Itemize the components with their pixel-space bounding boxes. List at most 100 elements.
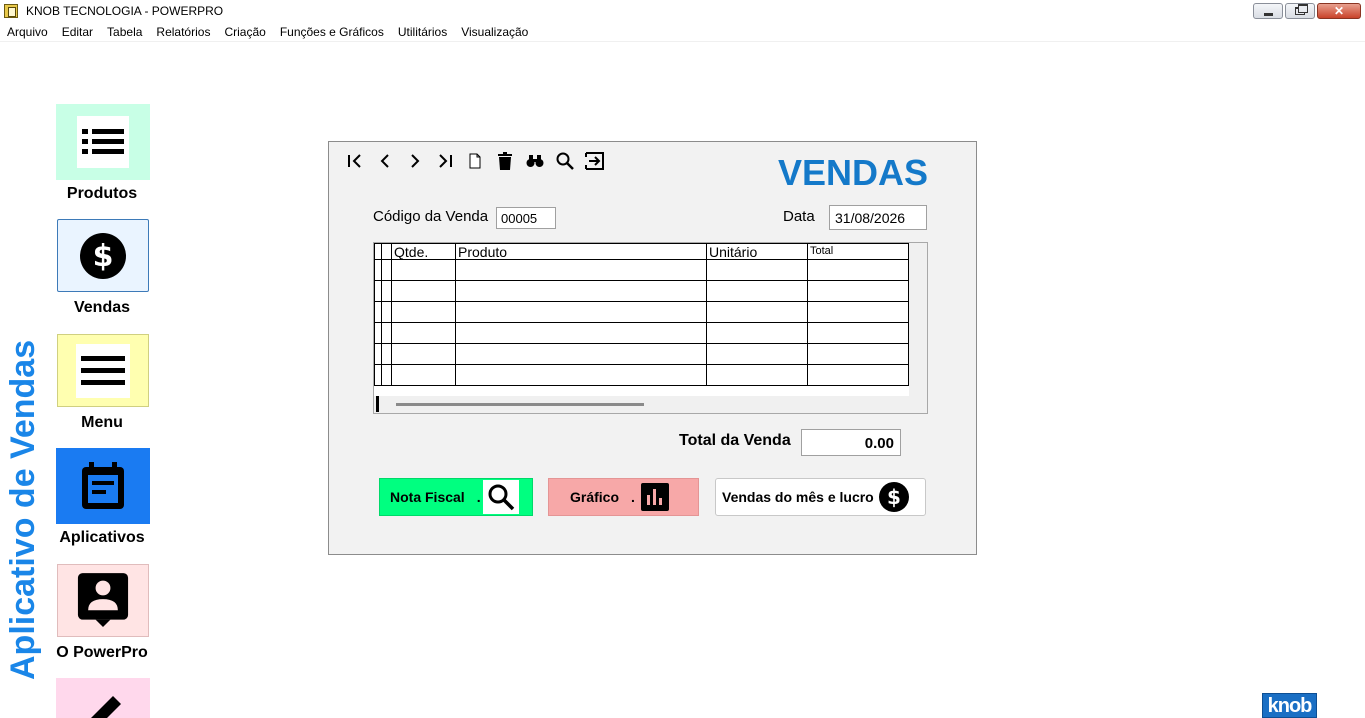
- last-record-icon: [439, 154, 452, 168]
- grid-cell[interactable]: [706, 343, 808, 365]
- sidebar-label-powerpro[interactable]: O PowerPro: [42, 644, 162, 662]
- grid-horizontal-scrollbar[interactable]: [374, 396, 927, 413]
- menu-editar[interactable]: Editar: [55, 22, 100, 42]
- exit-icon: [585, 152, 604, 170]
- sidebar-tile-produtos[interactable]: [56, 104, 150, 180]
- grid-cell[interactable]: [455, 280, 707, 302]
- app-icon[interactable]: [4, 4, 18, 18]
- delete-record-button[interactable]: [493, 150, 517, 172]
- next-record-button[interactable]: [403, 150, 427, 172]
- codigo-field[interactable]: 00005: [496, 207, 556, 229]
- sidebar-label-aplicativos[interactable]: Aplicativos: [42, 529, 162, 547]
- grid-cell[interactable]: [807, 280, 909, 302]
- menu-tabela[interactable]: Tabela: [100, 22, 149, 42]
- grid-selector-header: [381, 243, 392, 260]
- sidebar-label-produtos[interactable]: Produtos: [42, 185, 162, 203]
- window-controls: ✕: [1253, 3, 1361, 19]
- side-title: Aplicativo de Vendas: [4, 339, 42, 680]
- total-field[interactable]: 0.00: [801, 429, 901, 456]
- grid-cell[interactable]: [807, 301, 909, 323]
- close-button[interactable]: ✕: [1317, 3, 1361, 19]
- vendas-mes-button[interactable]: Vendas do mês e lucro $: [715, 478, 926, 516]
- list-icon: [77, 116, 129, 168]
- new-record-button[interactable]: [463, 150, 487, 172]
- grid-cell[interactable]: [807, 364, 909, 386]
- grid-cell[interactable]: [391, 301, 456, 323]
- grid-cell[interactable]: [706, 322, 808, 344]
- menu-criacao[interactable]: Criação: [217, 22, 272, 42]
- grid-cell[interactable]: [807, 343, 909, 365]
- grid-cell[interactable]: [391, 343, 456, 365]
- menu-relatorios[interactable]: Relatórios: [149, 22, 217, 42]
- grid-cell[interactable]: [706, 301, 808, 323]
- grid-cell[interactable]: [455, 343, 707, 365]
- knob-logo: knob: [1262, 693, 1317, 718]
- vendas-panel: VENDAS Código da Venda 00005 Data 31/08/…: [328, 141, 977, 555]
- minimize-button[interactable]: [1253, 3, 1283, 19]
- grid-cell[interactable]: [706, 259, 808, 281]
- grid-cell[interactable]: [391, 364, 456, 386]
- grid-cell[interactable]: [455, 301, 707, 323]
- grid-cell[interactable]: [391, 259, 456, 281]
- sidebar-label-vendas[interactable]: Vendas: [42, 299, 162, 317]
- last-record-button[interactable]: [433, 150, 457, 172]
- next-record-icon: [411, 154, 420, 168]
- search-icon: [556, 152, 574, 170]
- close-icon: ✕: [1333, 4, 1345, 18]
- col-produto[interactable]: Produto: [455, 243, 707, 260]
- title-bar: KNOB TECNOLOGIA - POWERPRO ✕: [0, 0, 1365, 22]
- sidebar-tile-powerpro[interactable]: [57, 564, 149, 637]
- nota-fiscal-button[interactable]: Nota Fiscal .: [379, 478, 533, 516]
- table-row[interactable]: [374, 259, 909, 281]
- grid-cell: [374, 364, 382, 386]
- grid-cell[interactable]: [391, 280, 456, 302]
- grid-cell[interactable]: [455, 364, 707, 386]
- table-row[interactable]: [374, 364, 909, 386]
- codigo-label: Código da Venda: [373, 208, 489, 225]
- hamburger-icon: [76, 343, 130, 398]
- magnifier-icon: [482, 480, 519, 514]
- grid-cell: [381, 322, 392, 344]
- sidebar-tile-aplicativos[interactable]: [56, 448, 150, 524]
- grid-cell[interactable]: [391, 322, 456, 344]
- grid-cell: [374, 259, 382, 281]
- sidebar-tile-menu[interactable]: [57, 334, 149, 407]
- exit-button[interactable]: [583, 150, 607, 172]
- grafico-dot: .: [631, 489, 635, 505]
- items-grid[interactable]: Qtde. Produto Unitário Total: [373, 242, 928, 414]
- menu-visualizacao[interactable]: Visualização: [454, 22, 535, 42]
- sidebar-tile-vendas[interactable]: $: [57, 219, 149, 292]
- table-row[interactable]: [374, 280, 909, 302]
- grid-cell: [374, 280, 382, 302]
- grid-cell[interactable]: [807, 259, 909, 281]
- grafico-button[interactable]: Gráfico .: [548, 478, 699, 516]
- find-button[interactable]: [523, 150, 547, 172]
- total-label: Total da Venda: [679, 432, 791, 449]
- menu-utilitarios[interactable]: Utilitários: [391, 22, 454, 42]
- col-unitario[interactable]: Unitário: [706, 243, 808, 260]
- grid-cell[interactable]: [706, 364, 808, 386]
- col-qtde[interactable]: Qtde.: [391, 243, 456, 260]
- data-field[interactable]: 31/08/2026: [829, 205, 927, 230]
- grid-cell[interactable]: [455, 322, 707, 344]
- sidebar-tile-editar[interactable]: [56, 678, 150, 718]
- sidebar-label-menu[interactable]: Menu: [42, 414, 162, 432]
- menu-funcoes-graficos[interactable]: Funções e Gráficos: [273, 22, 391, 42]
- grid-indicator-header: [374, 243, 382, 260]
- grid-cell: [381, 259, 392, 281]
- search-button[interactable]: [553, 150, 577, 172]
- grid-cell[interactable]: [706, 280, 808, 302]
- grid-cell[interactable]: [807, 322, 909, 344]
- first-record-button[interactable]: [343, 150, 367, 172]
- scroll-thumb[interactable]: [396, 403, 644, 406]
- table-row[interactable]: [374, 343, 909, 365]
- table-row[interactable]: [374, 301, 909, 323]
- grid-body: [374, 259, 909, 386]
- col-total[interactable]: Total: [807, 243, 909, 260]
- table-row[interactable]: [374, 322, 909, 344]
- pencil-icon: [77, 688, 129, 718]
- prev-record-button[interactable]: [373, 150, 397, 172]
- grid-cell[interactable]: [455, 259, 707, 281]
- restore-button[interactable]: [1285, 3, 1315, 19]
- menu-arquivo[interactable]: Arquivo: [0, 22, 55, 42]
